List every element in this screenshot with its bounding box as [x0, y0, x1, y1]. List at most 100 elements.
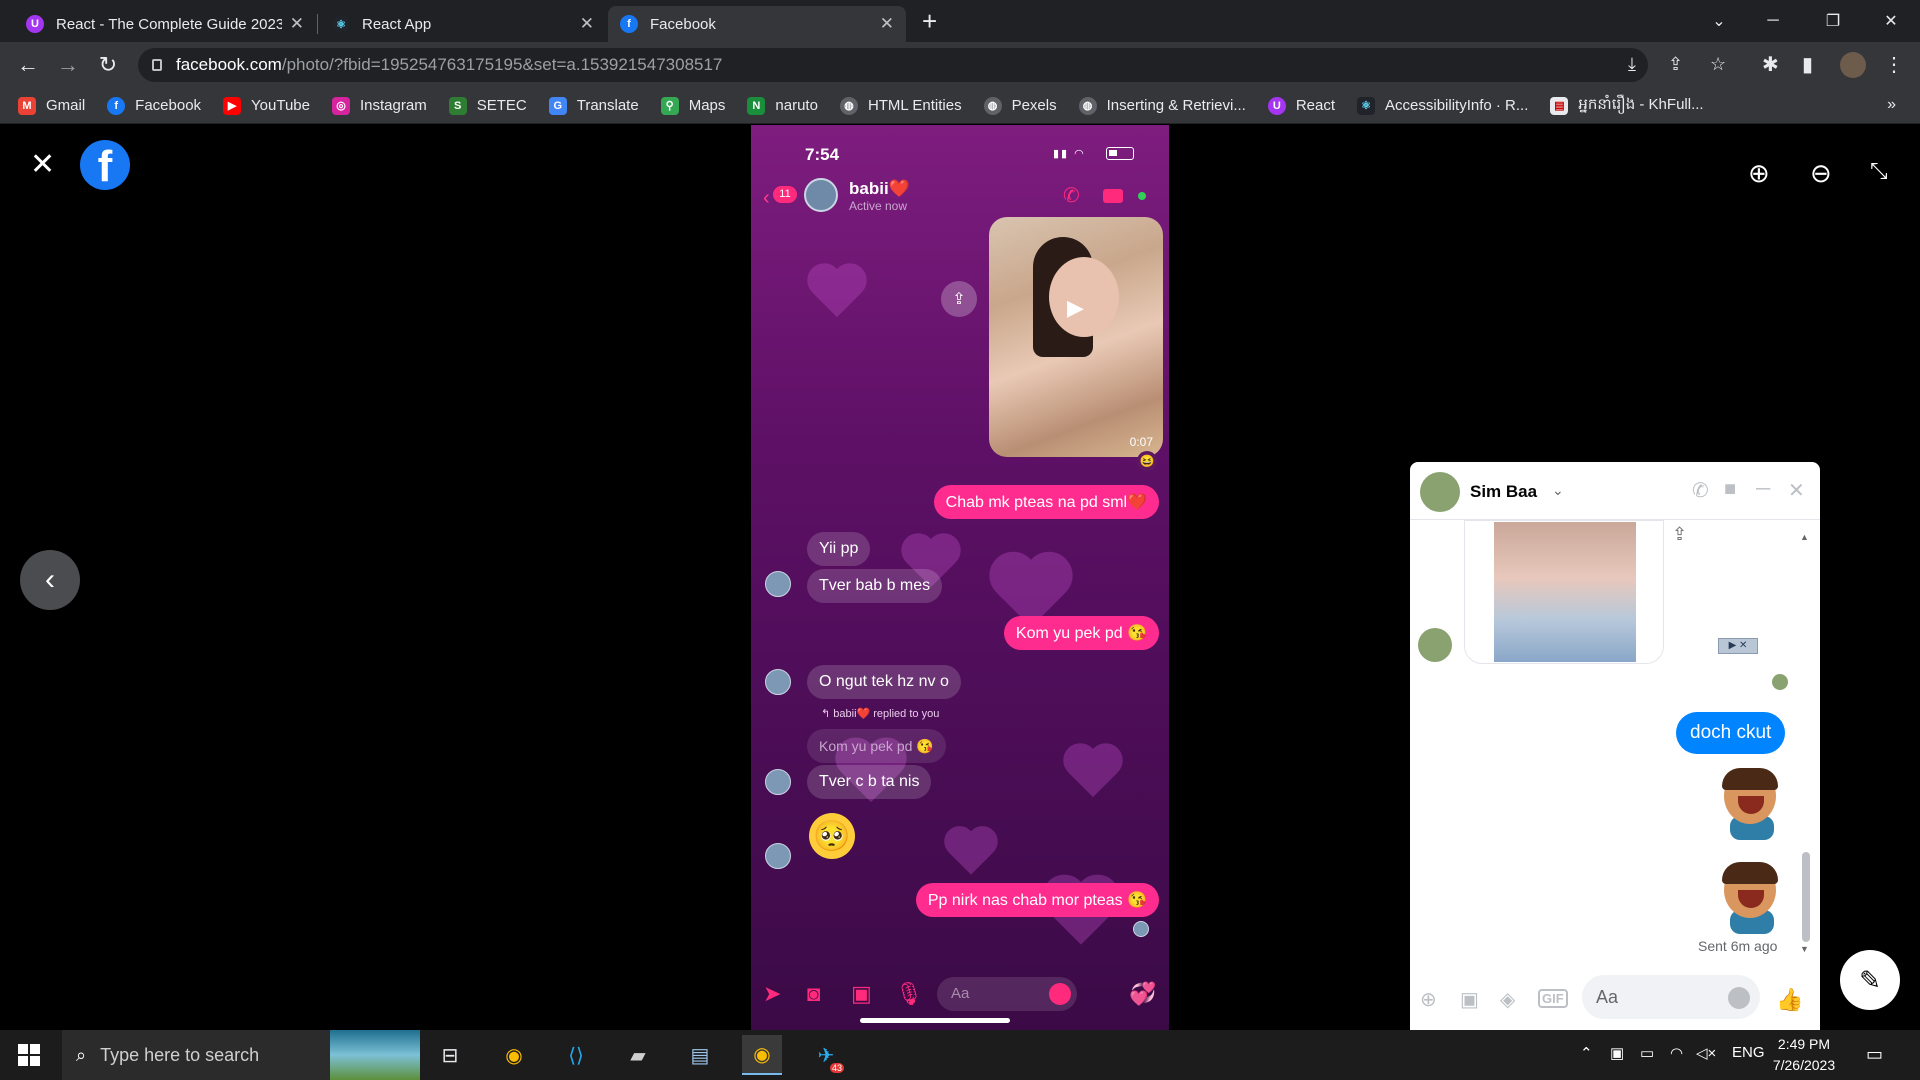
bookmark-item[interactable]: G Translate: [548, 96, 639, 115]
bookmark-item[interactable]: ▤ អ្នកនាំរឿង - KhFull...: [1550, 95, 1704, 117]
sticker-laughing[interactable]: [1716, 862, 1782, 934]
close-icon[interactable]: ✕: [290, 14, 304, 34]
meet-icon[interactable]: ▣: [1610, 1044, 1624, 1062]
tab-react-guide[interactable]: U React - The Complete Guide 2023 ✕: [14, 6, 316, 42]
zoom-in-icon[interactable]: ⊕: [1748, 158, 1770, 189]
notification-icon[interactable]: ▭: [1866, 1044, 1883, 1065]
share-icon[interactable]: ⇪: [1668, 54, 1683, 75]
reload-icon[interactable]: ↻: [94, 52, 122, 78]
tab-react-app[interactable]: ⚛ React App ✕: [320, 6, 606, 42]
bookmark-item[interactable]: ◍ HTML Entities: [839, 96, 962, 115]
scroll-up-icon[interactable]: ▲: [1800, 532, 1809, 542]
forward-icon[interactable]: →: [54, 52, 82, 78]
vscode-icon[interactable]: ⟨⟩: [556, 1035, 596, 1075]
translate-icon: G: [548, 96, 567, 115]
previous-photo-button[interactable]: ‹: [20, 550, 80, 610]
wifi-icon[interactable]: ◠: [1670, 1044, 1683, 1062]
gif-icon[interactable]: GIF: [1538, 989, 1568, 1008]
tab-facebook[interactable]: f Facebook ✕: [608, 6, 906, 42]
sticker-laughing[interactable]: [1716, 768, 1782, 840]
close-window-button[interactable]: ✕: [1868, 0, 1914, 42]
video-call-icon[interactable]: ■: [1724, 478, 1736, 501]
profile-avatar[interactable]: [1840, 52, 1866, 78]
share-icon[interactable]: ⇪: [1672, 524, 1687, 545]
phone-call-icon[interactable]: ✆: [1692, 478, 1709, 503]
volume-icon[interactable]: ◁×: [1696, 1044, 1716, 1062]
new-message-button[interactable]: ✎: [1840, 950, 1900, 1010]
file-icon[interactable]: ▤: [680, 1035, 720, 1075]
minimize-button[interactable]: ─: [1750, 0, 1796, 42]
add-icon[interactable]: ⊕: [1420, 987, 1437, 1012]
camera-icon: ◙: [807, 981, 821, 1006]
sticker-icon[interactable]: ◈: [1500, 987, 1515, 1012]
bookmark-label: YouTube: [251, 97, 310, 114]
address-bar[interactable]: facebook.com /photo/?fbid=19525476317519…: [138, 48, 1726, 82]
lock-icon[interactable]: [152, 59, 162, 71]
bookmark-item[interactable]: ◍ Inserting & Retrievi...: [1078, 96, 1246, 115]
sender-avatar: [765, 571, 791, 597]
task-view-icon[interactable]: ⊟: [430, 1035, 470, 1075]
back-icon[interactable]: ←: [14, 52, 42, 78]
photo-icon[interactable]: ▣: [1460, 987, 1479, 1012]
chevron-down-icon[interactable]: ⌄: [1552, 482, 1564, 499]
scroll-down-icon[interactable]: ▼: [1800, 944, 1809, 954]
bookmark-item[interactable]: U React: [1267, 96, 1335, 115]
bookmark-item[interactable]: ◎ Instagram: [332, 96, 427, 115]
zoom-out-icon[interactable]: ⊖: [1810, 158, 1832, 189]
tab-title: Facebook: [650, 15, 716, 33]
browser-toolbar: ← → ↻ facebook.com /photo/?fbid=19525476…: [0, 42, 1920, 88]
exit-fullscreen-icon[interactable]: ⤡: [1870, 158, 1888, 184]
chevron-up-icon[interactable]: ⌃: [1580, 1044, 1593, 1062]
emoji-icon[interactable]: [1728, 987, 1750, 1009]
menu-icon[interactable]: ⋮: [1884, 52, 1904, 77]
message-bubble[interactable]: doch ckut: [1676, 712, 1786, 754]
bookmark-item[interactable]: ◍ Pexels: [983, 96, 1057, 115]
bookmark-item[interactable]: ⚲ Maps: [660, 96, 725, 115]
close-icon[interactable]: ✕: [30, 150, 55, 180]
telegram-icon[interactable]: ✈ 43: [806, 1035, 846, 1075]
system-clock[interactable]: 2:49 PM 7/26/2023: [1766, 1034, 1842, 1076]
new-tab-button[interactable]: +: [922, 6, 937, 36]
react-icon: ⚛: [332, 15, 350, 33]
close-icon[interactable]: ✕: [1788, 478, 1805, 503]
chrome-icon[interactable]: ◉: [494, 1035, 534, 1075]
battery-icon[interactable]: ▭: [1640, 1044, 1654, 1062]
chat-header: Sim Baa ⌄ ✆ ■ ─ ✕: [1410, 462, 1820, 520]
chrome-profile-icon[interactable]: ◉: [742, 1035, 782, 1075]
globe-icon: ◍: [983, 96, 1002, 115]
bookmark-star-icon[interactable]: ☆: [1710, 54, 1726, 75]
install-icon[interactable]: ⤓: [1628, 54, 1636, 75]
app-icon[interactable]: ▰: [618, 1035, 658, 1075]
maps-icon: ⚲: [660, 96, 679, 115]
scrollbar[interactable]: ▲ ▼: [1800, 532, 1810, 954]
shared-photo[interactable]: [1494, 522, 1636, 662]
scroll-thumb[interactable]: [1802, 852, 1810, 942]
bookmark-item[interactable]: ▶ YouTube: [223, 96, 310, 115]
bookmark-label: AccessibilityInfo · R...: [1385, 97, 1529, 114]
more-bookmarks-icon[interactable]: »: [1887, 96, 1896, 114]
media-icon[interactable]: ▶ ✕: [1718, 638, 1758, 654]
close-icon[interactable]: ✕: [880, 14, 894, 34]
language-indicator[interactable]: ENG: [1732, 1044, 1765, 1061]
bookmark-item[interactable]: S SETEC: [448, 96, 527, 115]
extensions-icon[interactable]: ✱: [1762, 52, 1779, 77]
bookmark-item[interactable]: Nnaruto: [747, 96, 818, 115]
tab-search-icon[interactable]: ⌄: [1696, 0, 1742, 42]
facebook-logo[interactable]: f: [80, 140, 130, 190]
instagram-icon: ◎: [332, 96, 350, 115]
windows-start-icon[interactable]: [18, 1044, 40, 1066]
restore-button[interactable]: ❐: [1810, 0, 1856, 42]
microphone-icon: 🎙: [895, 981, 923, 1006]
avatar[interactable]: [1420, 472, 1460, 512]
bookmark-item[interactable]: ⚛ AccessibilityInfo · R...: [1357, 96, 1529, 115]
bookmark-item[interactable]: f Facebook: [107, 96, 201, 115]
taskbar-search[interactable]: ⌕ Type here to search: [62, 1030, 420, 1080]
minimize-icon[interactable]: ─: [1756, 478, 1770, 501]
bookmark-item[interactable]: M Gmail: [18, 96, 85, 115]
chat-contact-name[interactable]: Sim Baa: [1470, 482, 1537, 502]
search-placeholder: Type here to search: [100, 1044, 260, 1065]
close-icon[interactable]: ✕: [580, 14, 594, 34]
reply-note: ↰ babii❤️ replied to you: [821, 708, 940, 720]
thumbs-up-icon[interactable]: 👍: [1776, 987, 1803, 1013]
side-panel-icon[interactable]: ▮: [1802, 52, 1813, 77]
